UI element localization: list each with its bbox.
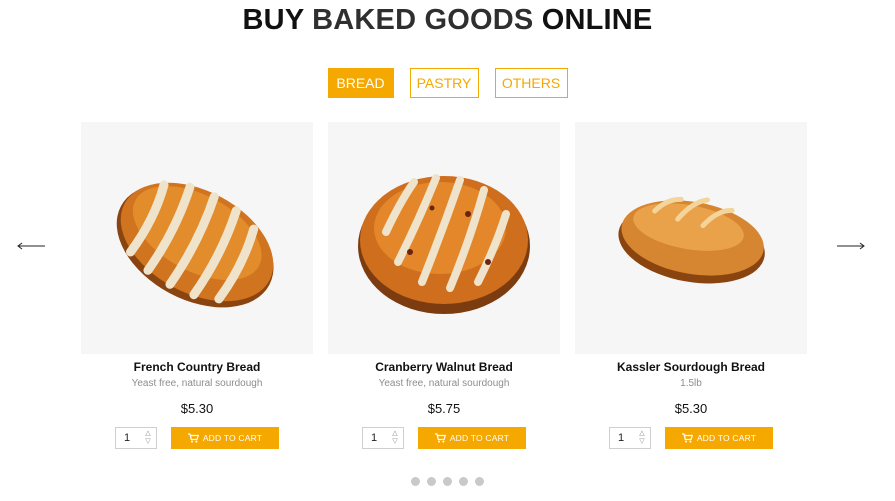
add-to-cart-button[interactable]: ADD TO CART	[418, 427, 526, 449]
product-name[interactable]: Cranberry Walnut Bread	[328, 360, 560, 375]
product-name[interactable]: French Country Bread	[81, 360, 313, 375]
cart-icon	[681, 433, 693, 443]
pagination-dot[interactable]	[411, 477, 420, 486]
product-card: French Country Bread Yeast free, natural…	[81, 122, 313, 451]
bread-sourdough-image	[618, 196, 765, 284]
add-to-cart-button[interactable]: ADD TO CART	[665, 427, 773, 449]
quantity-value[interactable]: 1	[363, 432, 389, 444]
chevron-down-icon[interactable]: ▽	[639, 438, 644, 446]
product-price: $5.30	[674, 401, 708, 416]
carousel-prev-button[interactable]	[16, 236, 46, 256]
arrow-left-icon	[17, 242, 45, 250]
title-part-online: ONLINE	[533, 4, 653, 36]
chevron-up-icon[interactable]: △	[145, 430, 150, 438]
add-to-cart-label: ADD TO CART	[449, 433, 510, 443]
add-to-cart-label: ADD TO CART	[202, 433, 263, 443]
page-title: BUY BAKED GOODS ONLINE	[0, 4, 895, 37]
pagination-dot[interactable]	[427, 477, 436, 486]
bread-round-image	[358, 174, 530, 314]
product-name[interactable]: Kassler Sourdough Bread	[575, 360, 807, 375]
cart-icon	[187, 433, 199, 443]
product-description: Yeast free, natural sourdough	[131, 378, 263, 389]
title-part-baked-goods: BAKED GOODS	[312, 4, 534, 36]
add-to-cart-button[interactable]: ADD TO CART	[171, 427, 279, 449]
product-card: Cranberry Walnut Bread Yeast free, natur…	[328, 122, 560, 451]
title-part-buy: BUY	[242, 4, 313, 36]
bread-loaf-image	[116, 180, 274, 308]
chevron-up-icon[interactable]: △	[392, 430, 397, 438]
cart-icon	[434, 433, 446, 443]
quantity-value[interactable]: 1	[116, 432, 142, 444]
product-image[interactable]	[81, 122, 313, 354]
carousel-next-button[interactable]	[836, 236, 866, 256]
quantity-stepper[interactable]: 1 △ ▽	[115, 427, 157, 449]
chevron-up-icon[interactable]: △	[639, 430, 644, 438]
add-to-cart-label: ADD TO CART	[696, 433, 757, 443]
quantity-stepper[interactable]: 1 △ ▽	[609, 427, 651, 449]
chevron-down-icon[interactable]: ▽	[145, 438, 150, 446]
product-description: Yeast free, natural sourdough	[378, 378, 510, 389]
pagination-dot[interactable]	[475, 477, 484, 486]
carousel-pagination	[0, 477, 895, 486]
chevron-down-icon[interactable]: ▽	[392, 438, 397, 446]
tab-bread[interactable]: BREAD	[327, 68, 394, 98]
product-price: $5.30	[180, 401, 214, 416]
product-description: 1.5lb	[680, 378, 702, 389]
pagination-dot[interactable]	[443, 477, 452, 486]
product-card: Kassler Sourdough Bread 1.5lb $5.30 1 △ ▽…	[575, 122, 807, 451]
product-image[interactable]	[575, 122, 807, 354]
quantity-value[interactable]: 1	[610, 432, 636, 444]
quantity-stepper[interactable]: 1 △ ▽	[362, 427, 404, 449]
product-price: $5.75	[427, 401, 461, 416]
category-tabs: BREAD PASTRY OTHERS	[0, 68, 895, 98]
arrow-right-icon	[837, 242, 865, 250]
tab-others[interactable]: OTHERS	[494, 68, 568, 98]
tab-pastry[interactable]: PASTRY	[409, 68, 479, 98]
pagination-dot[interactable]	[459, 477, 468, 486]
product-image[interactable]	[328, 122, 560, 354]
